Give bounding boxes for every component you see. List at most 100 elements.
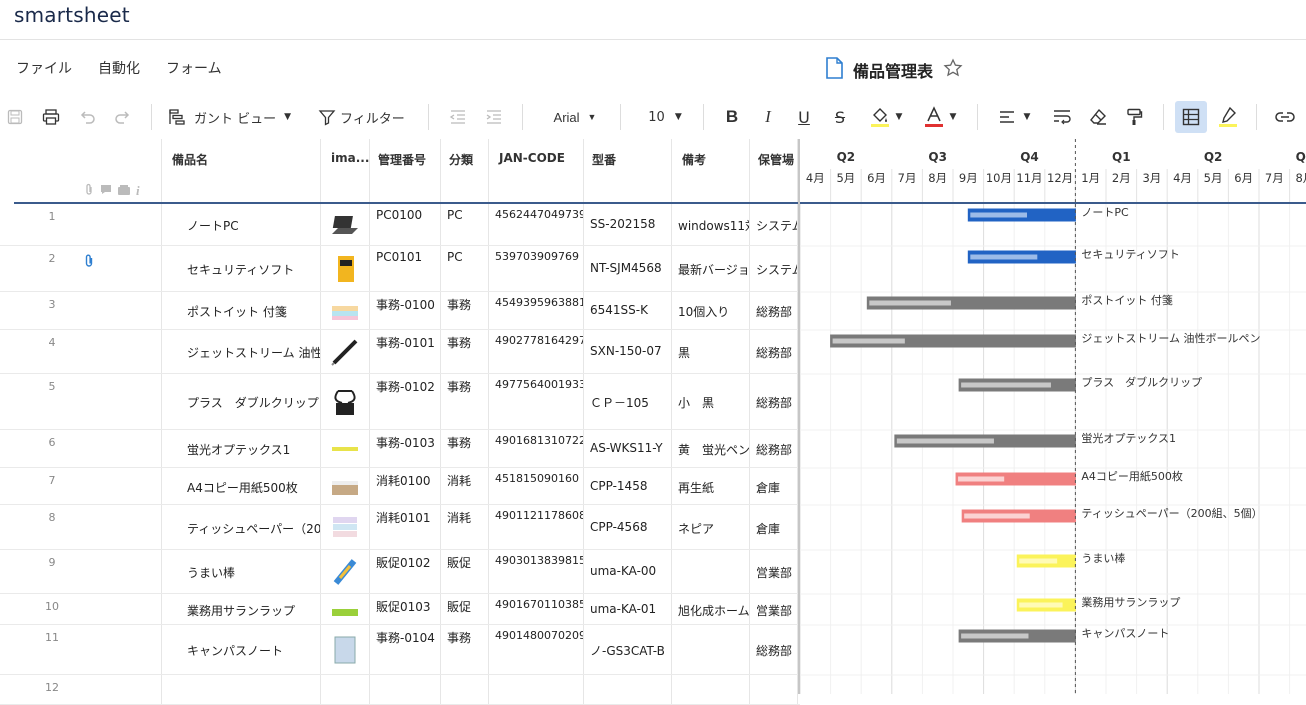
model-cell[interactable]: SXN-150-07 bbox=[584, 330, 672, 373]
clip-image[interactable] bbox=[330, 387, 360, 417]
model-cell[interactable]: CPP-4568 bbox=[584, 505, 672, 549]
image-cell[interactable] bbox=[321, 292, 370, 329]
name-cell[interactable]: 蛍光オプテックス1 bbox=[162, 430, 321, 467]
cat-cell[interactable]: 事務 bbox=[441, 330, 489, 373]
cat-cell[interactable]: 事務 bbox=[441, 374, 489, 429]
table-row[interactable]: 2 セキュリティソフト PC0101 PC 539703909769 NT-SJM4568… bbox=[0, 246, 800, 292]
name-cell[interactable]: ジェットストリーム 油性ボールペン bbox=[162, 330, 321, 373]
loc-cell[interactable]: 倉庫 bbox=[750, 468, 798, 504]
name-cell[interactable]: プラス ダブルクリップ bbox=[162, 374, 321, 429]
image-cell[interactable] bbox=[321, 625, 370, 674]
highlight-changes-icon[interactable] bbox=[1216, 98, 1240, 136]
notes-cell[interactable]: ネピア bbox=[672, 505, 750, 549]
mgmt-cell[interactable]: 事務-0101 bbox=[370, 330, 441, 373]
jan-cell[interactable]: 4902778164297 bbox=[489, 330, 584, 373]
table-row[interactable]: 3 ポストイット 付箋 事務-0100 事務 4549395963881 6541SS-K… bbox=[0, 292, 800, 330]
row-number-cell[interactable]: 6 bbox=[0, 430, 162, 467]
cat-cell[interactable]: PC bbox=[441, 246, 489, 291]
table-row[interactable]: 9 うまい棒 販促0102 販促 4903013839815 uma-KA-00 営業部 bbox=[0, 550, 800, 594]
undo-icon[interactable] bbox=[76, 98, 98, 136]
notes-cell[interactable]: windows11対応 bbox=[672, 204, 750, 245]
bold-icon[interactable]: B bbox=[720, 98, 744, 136]
name-cell[interactable]: キャンパスノート bbox=[162, 625, 321, 674]
image-cell[interactable] bbox=[321, 204, 370, 245]
font-family-select[interactable]: Arial ▼ bbox=[540, 98, 610, 136]
row-number-cell[interactable]: 4 bbox=[0, 330, 162, 373]
link-icon[interactable] bbox=[1273, 98, 1297, 136]
column-header-notes[interactable]: 備考 bbox=[672, 139, 750, 202]
image-cell[interactable] bbox=[321, 550, 370, 593]
notes-cell[interactable]: 再生紙 bbox=[672, 468, 750, 504]
attachment-icon[interactable] bbox=[84, 254, 95, 271]
image-cell[interactable] bbox=[321, 430, 370, 467]
column-header-mgmt-no[interactable]: 管理番号 bbox=[370, 139, 441, 202]
image-cell[interactable] bbox=[321, 246, 370, 291]
wrap-text-icon[interactable] bbox=[1050, 98, 1074, 136]
name-cell[interactable]: 業務用サランラップ bbox=[162, 594, 321, 624]
loc-cell[interactable] bbox=[750, 675, 798, 704]
loc-cell[interactable]: システム部 bbox=[750, 204, 798, 245]
gantt-view-button[interactable]: ガント ビュー ▼ bbox=[168, 98, 302, 136]
notes-cell[interactable] bbox=[672, 625, 750, 674]
mgmt-cell[interactable] bbox=[370, 675, 441, 704]
name-cell[interactable] bbox=[162, 675, 321, 704]
menu-file[interactable]: ファイル bbox=[16, 58, 72, 78]
paper-box-image[interactable] bbox=[330, 472, 360, 502]
model-cell[interactable]: ノ-GS3CAT-B bbox=[584, 625, 672, 674]
notebook-image[interactable] bbox=[330, 635, 360, 665]
highlighter-image[interactable] bbox=[330, 434, 360, 464]
table-row[interactable]: 4 ジェットストリーム 油性ボールペン 事務-0101 事務 4902778164297… bbox=[0, 330, 800, 374]
name-cell[interactable]: ポストイット 付箋 bbox=[162, 292, 321, 329]
redo-icon[interactable] bbox=[112, 98, 134, 136]
text-color-button[interactable]: ▼ bbox=[918, 98, 962, 136]
mgmt-cell[interactable]: 事務-0104 bbox=[370, 625, 441, 674]
jan-cell[interactable]: 4901121178608 bbox=[489, 505, 584, 549]
model-cell[interactable]: AS-WKS11-Y bbox=[584, 430, 672, 467]
jan-cell[interactable]: 539703909769 bbox=[489, 246, 584, 291]
cat-cell[interactable]: 事務 bbox=[441, 625, 489, 674]
clear-format-icon[interactable] bbox=[1086, 98, 1110, 136]
mgmt-cell[interactable]: 事務-0102 bbox=[370, 374, 441, 429]
loc-cell[interactable]: 総務部 bbox=[750, 625, 798, 674]
laptop-image[interactable] bbox=[330, 210, 360, 240]
table-row[interactable]: 10 業務用サランラップ 販促0103 販促 4901670110385 uma-KA-0… bbox=[0, 594, 800, 625]
name-cell[interactable]: ティッシュペーパー（200組、5個） bbox=[162, 505, 321, 549]
favorite-star-icon[interactable] bbox=[943, 58, 963, 82]
font-size-select[interactable]: 10 ▼ bbox=[636, 98, 694, 136]
tissue-image[interactable] bbox=[330, 513, 360, 543]
column-header-jan[interactable]: JAN-CODE bbox=[489, 139, 584, 202]
cat-cell[interactable]: 販促 bbox=[441, 594, 489, 624]
underline-icon[interactable]: U bbox=[792, 98, 816, 136]
column-header-location[interactable]: 保管場 bbox=[750, 139, 798, 202]
row-number-cell[interactable]: 8 bbox=[0, 505, 162, 549]
sticky-notes-image[interactable] bbox=[330, 296, 360, 326]
row-number-cell[interactable]: 5 bbox=[0, 374, 162, 429]
row-number-cell[interactable]: 3 bbox=[0, 292, 162, 329]
menu-form[interactable]: フォーム bbox=[166, 58, 222, 78]
loc-cell[interactable]: 総務部 bbox=[750, 330, 798, 373]
indent-icon[interactable] bbox=[483, 98, 505, 136]
model-cell[interactable]: CPP-1458 bbox=[584, 468, 672, 504]
column-header-image[interactable]: ima... bbox=[321, 139, 370, 202]
italic-icon[interactable]: I bbox=[756, 98, 780, 136]
notes-cell[interactable]: 小 黒 bbox=[672, 374, 750, 429]
cat-cell[interactable] bbox=[441, 675, 489, 704]
jan-cell[interactable]: 4901670110385 bbox=[489, 594, 584, 624]
notes-cell[interactable]: 黒 bbox=[672, 330, 750, 373]
loc-cell[interactable]: 総務部 bbox=[750, 292, 798, 329]
notes-cell[interactable]: 10個入り bbox=[672, 292, 750, 329]
column-header-model[interactable]: 型番 bbox=[584, 139, 672, 202]
image-cell[interactable] bbox=[321, 374, 370, 429]
cat-cell[interactable]: 販促 bbox=[441, 550, 489, 593]
strikethrough-icon[interactable]: S bbox=[828, 98, 852, 136]
save-icon[interactable] bbox=[4, 98, 26, 136]
name-cell[interactable]: セキュリティソフト bbox=[162, 246, 321, 291]
notes-cell[interactable] bbox=[672, 675, 750, 704]
grid-view-icon[interactable] bbox=[1175, 101, 1207, 133]
image-cell[interactable] bbox=[321, 505, 370, 549]
jan-cell[interactable]: 4903013839815 bbox=[489, 550, 584, 593]
cat-cell[interactable]: 事務 bbox=[441, 292, 489, 329]
fill-color-button[interactable]: ▼ bbox=[864, 98, 908, 136]
snack-image[interactable] bbox=[330, 557, 360, 587]
jan-cell[interactable]: 4549395963881 bbox=[489, 292, 584, 329]
